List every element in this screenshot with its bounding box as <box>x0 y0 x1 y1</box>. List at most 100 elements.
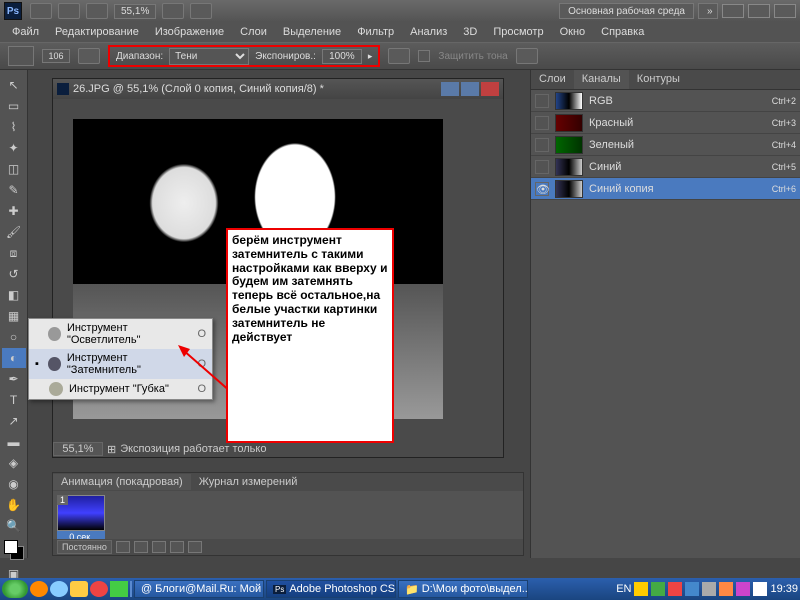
visibility-icon[interactable] <box>535 116 549 130</box>
opt-extra-icon[interactable] <box>516 48 538 64</box>
burn-tool[interactable]: ◐ <box>2 348 26 368</box>
exposure-arrow-icon[interactable]: ▸ <box>368 51 373 62</box>
menu-layer[interactable]: Слои <box>232 24 275 40</box>
gradient-tool[interactable]: ▦ <box>2 306 26 326</box>
tab-paths[interactable]: Контуры <box>629 70 688 89</box>
maximize-button[interactable] <box>748 4 770 18</box>
title-tool-1[interactable] <box>30 3 52 19</box>
hand-tool[interactable]: ✋ <box>2 495 26 515</box>
crop-tool[interactable]: ◫ <box>2 159 26 179</box>
next-frame-button[interactable] <box>170 541 184 553</box>
3d-cam-tool[interactable]: ◉ <box>2 474 26 494</box>
lasso-tool[interactable]: ⌇ <box>2 117 26 137</box>
task-3[interactable]: 📁D:\Мои фото\выдел... <box>398 580 528 598</box>
doc-close[interactable] <box>481 82 499 96</box>
tab-layers[interactable]: Слои <box>531 70 574 89</box>
eraser-tool[interactable]: ◧ <box>2 285 26 305</box>
doc-maximize[interactable] <box>461 82 479 96</box>
tray-icon-8[interactable] <box>753 582 767 596</box>
menu-select[interactable]: Выделение <box>275 24 349 40</box>
tray-icon-5[interactable] <box>702 582 716 596</box>
first-frame-button[interactable] <box>116 541 130 553</box>
frame-1[interactable]: 1 0 сек. <box>57 495 105 543</box>
tray-lang[interactable]: EN <box>616 583 631 595</box>
menu-filter[interactable]: Фильтр <box>349 24 402 40</box>
channel-Зеленый[interactable]: ЗеленыйCtrl+4 <box>531 134 800 156</box>
wand-tool[interactable]: ✦ <box>2 138 26 158</box>
visibility-icon[interactable] <box>535 160 549 174</box>
visibility-icon[interactable] <box>535 138 549 152</box>
channel-Синий копия[interactable]: 👁Синий копияCtrl+6 <box>531 178 800 200</box>
exposure-input[interactable] <box>322 49 362 64</box>
title-tool-5[interactable] <box>190 3 212 19</box>
shape-tool[interactable]: ▬ <box>2 432 26 452</box>
path-tool[interactable]: ↗ <box>2 411 26 431</box>
heal-tool[interactable]: ✚ <box>2 201 26 221</box>
ql-4[interactable] <box>90 581 108 597</box>
start-button[interactable] <box>2 580 28 598</box>
brush-size[interactable]: 106 <box>42 49 70 63</box>
tray-icon-7[interactable] <box>736 582 750 596</box>
tab-measurements[interactable]: Журнал измерений <box>191 474 306 490</box>
channel-Красный[interactable]: КрасныйCtrl+3 <box>531 112 800 134</box>
type-tool[interactable]: T <box>2 390 26 410</box>
airbrush-icon[interactable] <box>388 48 410 64</box>
tray-icon-1[interactable] <box>634 582 648 596</box>
brush-picker[interactable] <box>78 48 100 64</box>
burn-tool-item[interactable]: ▪ Инструмент "Затемнитель"O <box>29 349 212 379</box>
ql-1[interactable] <box>30 581 48 597</box>
tray-icon-4[interactable] <box>685 582 699 596</box>
menu-3d[interactable]: 3D <box>455 24 485 40</box>
pen-tool[interactable]: ✒ <box>2 369 26 389</box>
ql-3[interactable] <box>70 581 88 597</box>
stamp-tool[interactable]: ⧈ <box>2 243 26 263</box>
menu-image[interactable]: Изображение <box>147 24 232 40</box>
tray-clock[interactable]: 19:39 <box>770 583 798 595</box>
loop-select[interactable]: Постоянно <box>57 540 112 554</box>
title-tool-4[interactable] <box>162 3 184 19</box>
tool-preset-icon[interactable] <box>8 46 34 66</box>
tab-channels[interactable]: Каналы <box>574 70 629 89</box>
menu-view[interactable]: Просмотр <box>485 24 551 40</box>
title-zoom[interactable]: 55,1% <box>114 4 156 19</box>
channel-Синий[interactable]: СинийCtrl+5 <box>531 156 800 178</box>
visibility-icon[interactable]: 👁 <box>535 182 549 196</box>
menu-window[interactable]: Окно <box>552 24 594 40</box>
play-button[interactable] <box>152 541 166 553</box>
brush-tool[interactable]: 🖌 <box>2 222 26 242</box>
doc-zoom[interactable]: 55,1% <box>53 442 103 456</box>
eyedropper-tool[interactable]: ✎ <box>2 180 26 200</box>
tray-icon-6[interactable] <box>719 582 733 596</box>
title-tool-3[interactable] <box>86 3 108 19</box>
channel-RGB[interactable]: RGBCtrl+2 <box>531 90 800 112</box>
task-1[interactable]: @Блоги@Mail.Ru: Мой ... <box>134 580 264 598</box>
range-select[interactable]: Тени <box>169 48 249 65</box>
doc-minimize[interactable] <box>441 82 459 96</box>
prev-frame-button[interactable] <box>134 541 148 553</box>
move-tool[interactable]: ↖ <box>2 75 26 95</box>
close-button[interactable] <box>774 4 796 18</box>
ql-2[interactable] <box>50 581 68 597</box>
last-frame-button[interactable] <box>188 541 202 553</box>
menu-analysis[interactable]: Анализ <box>402 24 455 40</box>
tab-animation[interactable]: Анимация (покадровая) <box>53 474 191 490</box>
workspace-more[interactable]: » <box>698 3 718 19</box>
visibility-icon[interactable] <box>535 94 549 108</box>
tray-icon-3[interactable] <box>668 582 682 596</box>
task-2[interactable]: PsAdobe Photoshop CS... <box>266 580 396 598</box>
dodge-tool-item[interactable]: Инструмент "Осветлитель"O <box>29 319 212 349</box>
history-tool[interactable]: ↺ <box>2 264 26 284</box>
ql-5[interactable] <box>110 581 128 597</box>
workspace-selector[interactable]: Основная рабочая среда <box>559 3 694 19</box>
sponge-tool-item[interactable]: Инструмент "Губка"O <box>29 379 212 399</box>
minimize-button[interactable] <box>722 4 744 18</box>
3d-tool[interactable]: ◈ <box>2 453 26 473</box>
menu-help[interactable]: Справка <box>593 24 652 40</box>
protect-tones-checkbox[interactable] <box>418 50 430 62</box>
tray-icon-2[interactable] <box>651 582 665 596</box>
title-tool-2[interactable] <box>58 3 80 19</box>
menu-edit[interactable]: Редактирование <box>47 24 147 40</box>
menu-file[interactable]: Файл <box>4 24 47 40</box>
zoom-tool[interactable]: 🔍 <box>2 516 26 536</box>
marquee-tool[interactable]: ▭ <box>2 96 26 116</box>
